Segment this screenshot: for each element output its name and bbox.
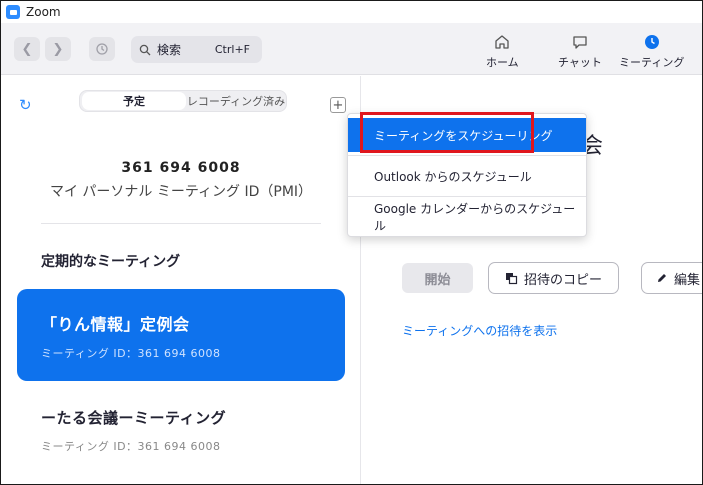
pmi-number: 361 694 6008 xyxy=(121,160,241,176)
pencil-icon xyxy=(658,274,666,282)
clock-icon xyxy=(644,35,659,49)
edit-button[interactable]: 編集 xyxy=(641,262,702,294)
history-icon xyxy=(96,43,108,55)
divider xyxy=(41,223,321,224)
meetings-list-panel: ↻ 予定 レコーディング済み + 361 694 6008 マイ パーソナル ミ… xyxy=(1,76,361,484)
back-button[interactable]: ❮ xyxy=(14,37,40,61)
window-title: Zoom xyxy=(26,5,61,19)
search-shortcut: Ctrl+F xyxy=(214,43,250,56)
meeting-title: 「りん情報」定例会 xyxy=(41,315,190,334)
tab-chat-label: チャット xyxy=(558,56,602,69)
recurring-meetings-heading: 定期的なミーティング xyxy=(41,254,181,270)
menu-item-outlook-schedule[interactable]: Outlook からのスケジュール xyxy=(348,157,586,195)
pmi-label: マイ パーソナル ミーティング ID（PMI） xyxy=(49,184,313,200)
plus-icon: + xyxy=(332,97,344,113)
tab-chat[interactable]: チャット xyxy=(558,33,602,70)
menu-item-google-schedule[interactable]: Google カレンダーからのスケジュール xyxy=(348,198,586,236)
segmented-control: 予定 レコーディング済み xyxy=(79,90,287,112)
meeting-card-selected[interactable]: 「りん情報」定例会 ミーティング ID：361 694 6008 xyxy=(17,289,345,381)
tab-upcoming[interactable]: 予定 xyxy=(82,92,186,110)
chat-icon xyxy=(573,36,587,49)
search-box[interactable]: 検索 Ctrl+F xyxy=(131,36,262,63)
meeting-id: ミーティング ID：361 694 6008 xyxy=(41,440,221,453)
zoom-logo-icon xyxy=(6,5,20,19)
meeting-title: ーたる会議ーミーティング xyxy=(41,409,227,427)
zoom-window: Zoom ❮ ❯ 検索 Ctrl+F ホーム チャット ミーティング ↻ 予定 … xyxy=(0,0,703,485)
search-icon xyxy=(139,44,151,55)
menu-divider xyxy=(348,155,586,156)
edit-label: 編集 xyxy=(674,272,701,288)
chevron-right-icon: ❯ xyxy=(52,41,64,57)
tab-home[interactable]: ホーム xyxy=(486,33,519,70)
add-meeting-button[interactable]: + xyxy=(330,97,346,113)
copy-invitation-label: 招待のコピー xyxy=(523,272,602,288)
menu-divider xyxy=(348,196,586,197)
tab-meetings-label: ミーティング xyxy=(619,56,685,69)
copy-invitation-button[interactable]: 招待のコピー xyxy=(488,262,619,294)
start-button[interactable]: 開始 xyxy=(402,263,473,293)
highlight-annotation-box xyxy=(360,112,534,153)
meeting-id: ミーティング ID：361 694 6008 xyxy=(41,347,221,360)
toolbar: ❮ ❯ 検索 Ctrl+F ホーム チャット ミーティング xyxy=(1,23,702,75)
refresh-icon[interactable]: ↻ xyxy=(19,96,32,114)
chevron-left-icon: ❮ xyxy=(21,41,33,57)
home-icon xyxy=(495,35,509,49)
search-label: 検索 xyxy=(157,43,182,57)
forward-button[interactable]: ❯ xyxy=(45,37,71,61)
tab-recorded[interactable]: レコーディング済み xyxy=(186,92,286,110)
tab-meetings[interactable]: ミーティング xyxy=(619,33,684,70)
history-button[interactable] xyxy=(89,37,115,61)
tab-home-label: ホーム xyxy=(486,56,519,69)
title-bar: Zoom xyxy=(1,1,702,23)
show-invitation-link[interactable]: ミーティングへの招待を表示 xyxy=(402,322,557,339)
copy-icon xyxy=(505,272,518,284)
meeting-card[interactable]: ーたる会議ーミーティング ミーティング ID：361 694 6008 xyxy=(41,407,341,454)
